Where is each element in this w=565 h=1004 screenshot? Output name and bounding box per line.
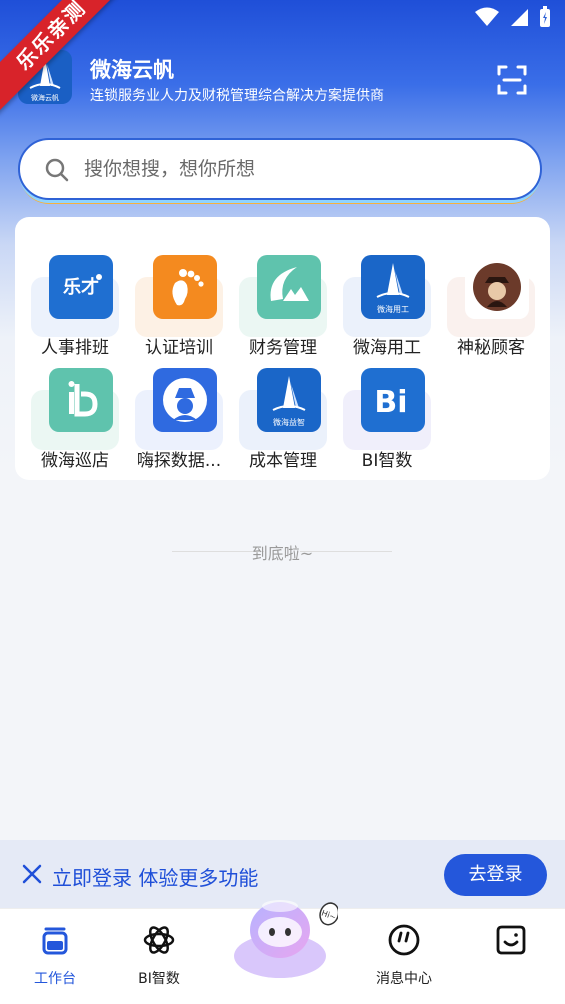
tab-label: 消息中心 — [376, 971, 432, 987]
tab-label: 工作台 — [34, 971, 76, 987]
divider-right — [300, 551, 392, 552]
mystery-icon — [465, 255, 529, 319]
tab-label: BI智数 — [138, 971, 180, 987]
workbench-icon — [42, 927, 68, 955]
app-label: 成本管理 — [249, 451, 317, 471]
app-item-finance[interactable]: 财务管理 — [231, 233, 335, 358]
app-item-certification[interactable]: 认证培训 — [127, 233, 231, 358]
ib-icon — [49, 368, 113, 432]
tab-profile[interactable] — [456, 923, 565, 993]
app-label: 嗨探数据... — [136, 451, 222, 471]
app-item-cost-management[interactable]: 微海益智 成本管理 — [231, 346, 335, 471]
mountain-icon — [257, 255, 321, 319]
login-button[interactable]: 去登录 — [444, 854, 547, 896]
search-input[interactable] — [84, 154, 484, 184]
app-item-weihai-employment[interactable]: 微海用工 微海用工 — [335, 233, 439, 358]
app-item-bi[interactable]: Bi BI智数 — [335, 346, 439, 471]
app-item-mystery-customer[interactable]: 神秘顾客 — [439, 233, 543, 358]
wifi-icon — [475, 7, 499, 26]
scan-icon[interactable] — [496, 64, 528, 96]
battery-icon — [540, 6, 550, 27]
bi-icon: Bi — [361, 368, 425, 432]
app-item-store-patrol[interactable]: 微海巡店 — [23, 346, 127, 471]
tab-workbench[interactable]: 工作台 — [0, 923, 110, 993]
sail-icon: 微海用工 — [361, 255, 425, 319]
signal-icon — [511, 9, 528, 26]
login-prompt-text: 立即登录 体验更多功能 — [52, 866, 259, 890]
message-icon — [388, 924, 420, 956]
tab-messages[interactable]: 消息中心 — [349, 923, 459, 993]
app-grid-card: 乐才 人事排班 认证培训 财务管理 微海用工 微海用工 神秘顾客 微海巡店 嗨探… — [15, 217, 550, 480]
sail-icon: 微海益智 — [257, 368, 321, 432]
app-subtitle: 连锁服务业人力及财税管理综合解决方案提供商 — [90, 88, 384, 104]
app-label: 神秘顾客 — [457, 338, 525, 358]
lecai-icon: 乐才 — [49, 255, 113, 319]
app-item-data-detective[interactable]: 嗨探数据... — [127, 346, 231, 471]
app-header: 微海云帆 微海云帆 连锁服务业人力及财税管理综合解决方案提供商 — [18, 50, 548, 110]
tab-bi[interactable]: BI智数 — [104, 923, 214, 993]
svg-text:乐才: 乐才 — [63, 276, 99, 298]
svg-text:微海用工: 微海用工 — [377, 304, 409, 314]
svg-text:微海益智: 微海益智 — [273, 417, 305, 427]
close-icon[interactable] — [22, 864, 42, 884]
end-of-list-text: 到底啦~ — [251, 544, 314, 563]
atom-icon — [143, 926, 175, 954]
search-bar[interactable] — [18, 138, 542, 200]
app-label: 微海巡店 — [41, 451, 109, 471]
app-label: BI智数 — [361, 451, 413, 471]
app-item-hr-schedule[interactable]: 乐才 人事排班 — [23, 233, 127, 358]
app-name: 微海云帆 — [90, 58, 174, 82]
search-icon — [45, 158, 69, 182]
mascot-assistant[interactable]: Hi~ — [230, 892, 338, 982]
smile-icon — [496, 925, 526, 955]
footprint-icon — [153, 255, 217, 319]
svg-text:Bi: Bi — [374, 385, 407, 420]
detective-icon — [153, 368, 217, 432]
logo-text: 微海云帆 — [31, 93, 59, 102]
